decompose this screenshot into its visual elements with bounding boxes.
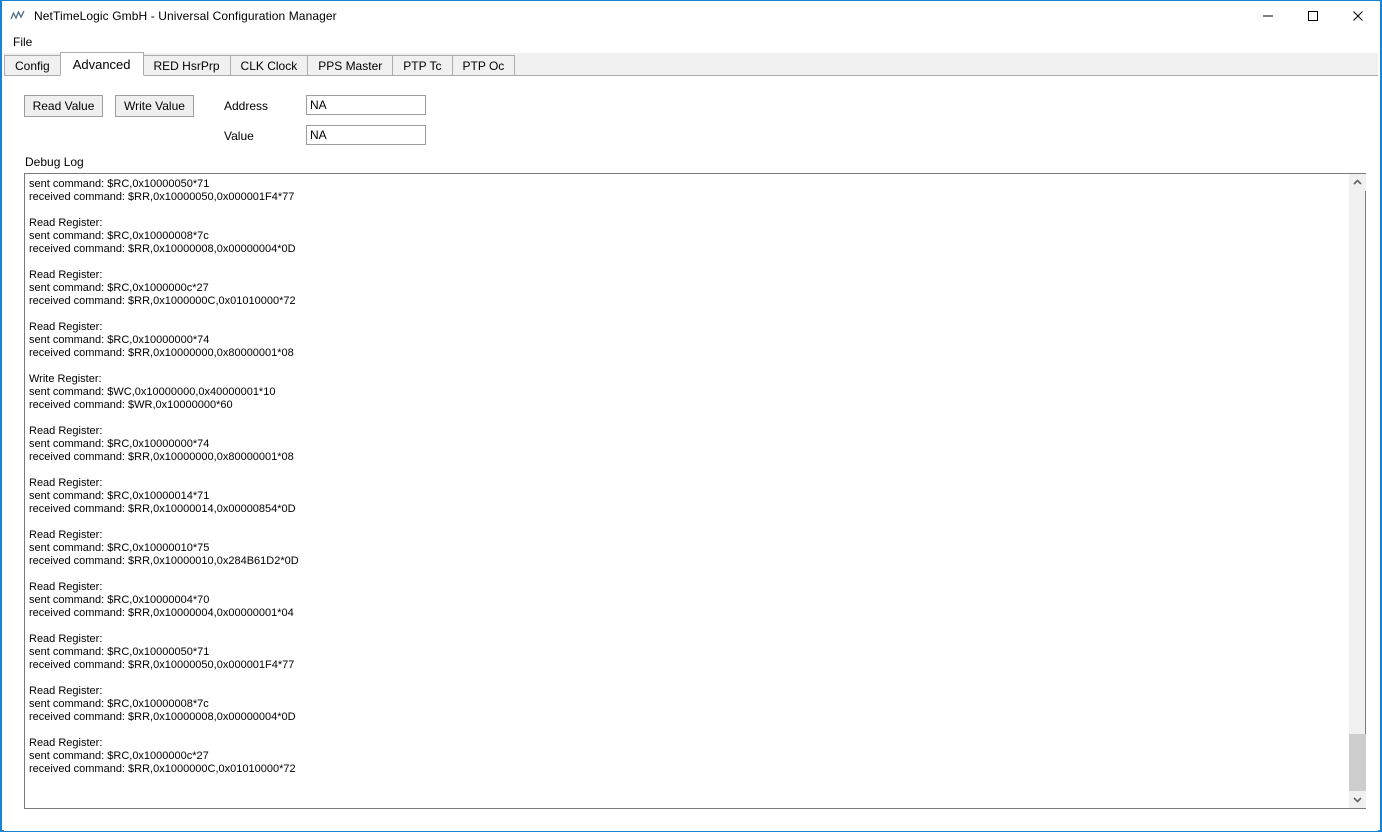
log-line: sent command: $RC,0x10000014*71 — [29, 490, 210, 502]
log-line: Read Register: — [29, 425, 103, 437]
log-line: sent command: $RC,0x10000050*71 — [29, 646, 210, 658]
debug-log-box: sent command: $RC,0x10000050*71 received … — [24, 173, 1366, 809]
log-blank-line — [29, 464, 1348, 477]
log-line: sent command: $WC,0x10000000,0x40000001*… — [29, 386, 276, 398]
tab-strip: Config Advanced RED HsrPrp CLK Clock PPS… — [4, 52, 1378, 76]
log-line: received command: $RR,0x1000000C,0x01010… — [29, 295, 296, 307]
address-label: Address — [224, 99, 269, 113]
log-line: sent command: $RC,0x10000008*7c — [29, 698, 209, 710]
log-line: sent command: $RC,0x1000000c*27 — [29, 750, 209, 762]
log-blank-line — [29, 412, 1348, 425]
log-line: Read Register: — [29, 477, 103, 489]
close-icon[interactable] — [1335, 1, 1380, 31]
log-line: received command: $RR,0x10000004,0x00000… — [29, 607, 294, 619]
log-line: Read Register: — [29, 217, 103, 229]
log-line: Read Register: — [29, 321, 103, 333]
menu-bar: File — [2, 31, 1380, 52]
chevron-down-icon[interactable] — [1349, 791, 1366, 808]
debug-log-label: Debug Log — [25, 155, 84, 169]
tab-red-hsrprp[interactable]: RED HsrPrp — [142, 55, 231, 75]
log-line: received command: $RR,0x10000050,0x00000… — [29, 659, 295, 671]
log-line: sent command: $RC,0x10000010*75 — [29, 542, 210, 554]
write-value-button[interactable]: Write Value — [115, 95, 194, 117]
tab-ptp-oc[interactable]: PTP Oc — [451, 55, 516, 75]
debug-log-text[interactable]: sent command: $RC,0x10000050*71 received … — [25, 174, 1348, 808]
log-line: Read Register: — [29, 269, 103, 281]
log-line: received command: $RR,0x10000014,0x00000… — [29, 503, 296, 515]
log-blank-line — [29, 516, 1348, 529]
log-line: Read Register: — [29, 737, 103, 749]
log-line: Read Register: — [29, 581, 103, 593]
log-line: received command: $RR,0x10000008,0x00000… — [29, 243, 296, 255]
window-controls — [1245, 1, 1380, 31]
log-blank-line — [29, 204, 1348, 217]
tab-advanced[interactable]: Advanced — [59, 52, 144, 76]
log-line: Write Register: — [29, 373, 102, 385]
log-blank-line — [29, 360, 1348, 373]
value-label: Value — [224, 129, 254, 143]
log-blank-line — [29, 724, 1348, 737]
title-bar: NetTimeLogic GmbH - Universal Configurat… — [2, 1, 1380, 31]
application-window: NetTimeLogic GmbH - Universal Configurat… — [0, 0, 1382, 832]
tab-pps-master[interactable]: PPS Master — [307, 55, 394, 75]
log-blank-line — [29, 256, 1348, 269]
log-line: received command: $RR,0x10000008,0x00000… — [29, 711, 296, 723]
log-blank-line — [29, 308, 1348, 321]
maximize-icon[interactable] — [1290, 1, 1335, 31]
window-title: NetTimeLogic GmbH - Universal Configurat… — [34, 9, 337, 23]
tab-ptp-tc[interactable]: PTP Tc — [392, 55, 453, 75]
chevron-up-icon[interactable] — [1349, 174, 1366, 191]
read-value-button[interactable]: Read Value — [24, 95, 103, 117]
log-line: received command: $RR,0x10000000,0x80000… — [29, 451, 294, 463]
tab-config[interactable]: Config — [4, 55, 61, 75]
log-line: sent command: $RC,0x10000050*71 — [29, 178, 210, 190]
log-line: Read Register: — [29, 529, 103, 541]
value-input[interactable] — [306, 125, 426, 145]
log-blank-line — [29, 620, 1348, 633]
log-line: received command: $RR,0x1000000C,0x01010… — [29, 763, 296, 775]
debug-log-scrollbar[interactable] — [1348, 174, 1366, 808]
tab-clk-clock[interactable]: CLK Clock — [229, 55, 309, 75]
scrollbar-thumb[interactable] — [1349, 734, 1366, 791]
log-line: sent command: $RC,0x10000000*74 — [29, 334, 210, 346]
log-line: received command: $RR,0x10000000,0x80000… — [29, 347, 294, 359]
minimize-icon[interactable] — [1245, 1, 1290, 31]
log-line: sent command: $RC,0x10000004*70 — [29, 594, 210, 606]
log-line: Read Register: — [29, 685, 103, 697]
advanced-tab-panel: Read Value Write Value Address Value Deb… — [4, 76, 1378, 831]
log-line: sent command: $RC,0x10000008*7c — [29, 230, 209, 242]
address-input[interactable] — [306, 95, 426, 115]
log-line: sent command: $RC,0x1000000c*27 — [29, 282, 209, 294]
menu-item-file[interactable]: File — [7, 33, 38, 51]
log-blank-line — [29, 672, 1348, 685]
waveform-icon — [10, 8, 26, 24]
log-line: received command: $RR,0x10000050,0x00000… — [29, 191, 295, 203]
log-blank-line — [29, 568, 1348, 581]
log-line: sent command: $RC,0x10000000*74 — [29, 438, 210, 450]
log-line: Read Register: — [29, 633, 103, 645]
log-line: received command: $WR,0x10000000*60 — [29, 399, 233, 411]
log-line: received command: $RR,0x10000010,0x284B6… — [29, 555, 299, 567]
